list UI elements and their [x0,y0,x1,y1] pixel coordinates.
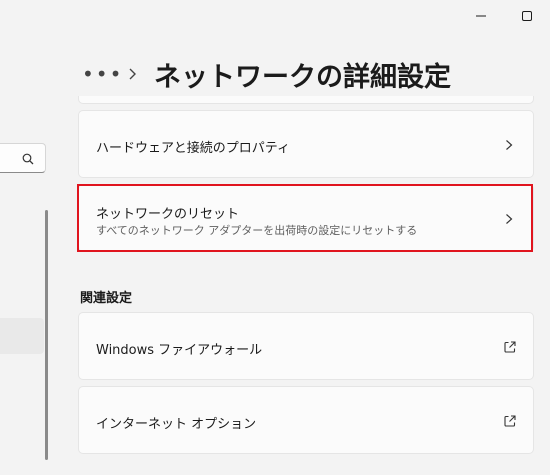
external-link-icon [504,415,516,427]
sidebar-scrollbar[interactable] [45,210,48,460]
sidebar-search-input[interactable] [0,143,46,173]
chevron-right-icon [129,68,136,80]
maximize-button[interactable] [504,0,550,32]
previous-card[interactable] [78,96,534,104]
breadcrumb-more-button[interactable]: ••• [82,62,121,86]
external-link-icon [504,341,516,353]
breadcrumb: ••• ネットワークの詳細設定 [82,54,451,94]
maximize-icon [522,11,532,21]
windows-firewall-card[interactable]: Windows ファイアウォール [78,312,534,380]
page-title: ネットワークの詳細設定 [154,61,451,93]
windows-firewall-label: Windows ファイアウォール [96,343,263,358]
search-icon [21,151,35,165]
hardware-properties-label: ハードウェアと接続のプロパティ [96,141,290,156]
network-reset-label: ネットワークのリセット [96,207,240,222]
settings-window: ••• ネットワークの詳細設定 ハードウェアと接続のプロパティ ネットワークのリ… [0,0,550,475]
network-reset-card[interactable]: ネットワークのリセット すべてのネットワーク アダプターを出荷時の設定にリセット… [78,184,534,252]
network-reset-description: すべてのネットワーク アダプターを出荷時の設定にリセットする [96,224,418,237]
minimize-button[interactable] [458,0,504,32]
internet-options-label: インターネット オプション [96,417,257,432]
internet-options-card[interactable]: インターネット オプション [78,386,534,454]
sidebar-item-selected[interactable] [0,318,44,354]
chevron-right-icon [506,140,513,150]
hardware-properties-card[interactable]: ハードウェアと接続のプロパティ [78,110,534,178]
related-settings-heading: 関連設定 [80,291,133,306]
minimize-icon [476,15,486,17]
window-controls [458,0,550,32]
chevron-right-icon [506,214,513,224]
